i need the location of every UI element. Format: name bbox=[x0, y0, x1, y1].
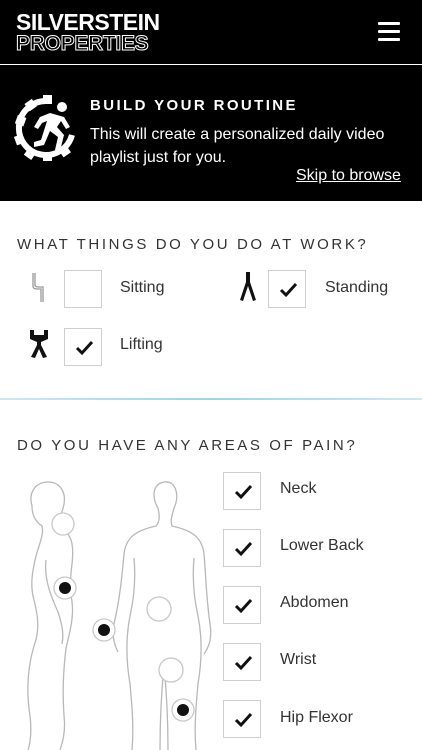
lifting-checkbox[interactable] bbox=[64, 328, 102, 366]
wrist-checkbox[interactable] bbox=[223, 643, 261, 681]
neck-checkbox[interactable] bbox=[223, 472, 261, 510]
lower-back-label: Lower Back bbox=[280, 537, 364, 554]
abdomen-checkbox[interactable] bbox=[223, 586, 261, 624]
hip-flexor-label: Hip Flexor bbox=[280, 709, 353, 726]
banner-description: This will create a personalized daily vi… bbox=[90, 126, 385, 166]
check-icon bbox=[75, 340, 94, 356]
skip-to-browse-link[interactable]: Skip to browse bbox=[296, 167, 401, 185]
pain-section-title: DO YOU HAVE ANY AREAS OF PAIN? bbox=[17, 437, 358, 454]
check-icon bbox=[234, 712, 253, 728]
standing-checkbox[interactable] bbox=[268, 270, 306, 308]
sitting-label: Sitting bbox=[120, 279, 165, 296]
lifting-label: Lifting bbox=[120, 336, 163, 353]
check-icon bbox=[234, 484, 253, 500]
top-bar: SILVERSTEIN PROPERTIES bbox=[0, 0, 422, 64]
body-diagram bbox=[27, 481, 212, 750]
sitting-icon bbox=[32, 273, 44, 302]
logo-line1: SILVERSTEIN bbox=[16, 9, 160, 35]
lower-back-checkbox[interactable] bbox=[223, 529, 261, 567]
hamburger-menu-icon[interactable] bbox=[378, 22, 400, 41]
neck-label: Neck bbox=[280, 480, 317, 497]
banner-title: BUILD YOUR ROUTINE bbox=[90, 97, 298, 114]
check-icon bbox=[234, 655, 253, 671]
abdomen-label: Abdomen bbox=[280, 594, 349, 611]
section-divider bbox=[0, 398, 422, 400]
standing-icon bbox=[240, 272, 256, 301]
wrist-label: Wrist bbox=[280, 651, 317, 668]
lifting-icon bbox=[30, 330, 48, 358]
routine-banner: BUILD YOUR ROUTINE This will create a pe… bbox=[0, 65, 422, 201]
silverstein-logo[interactable]: SILVERSTEIN PROPERTIES bbox=[15, 9, 166, 55]
check-icon bbox=[279, 282, 298, 298]
hip-flexor-checkbox[interactable] bbox=[223, 700, 261, 738]
check-icon bbox=[234, 598, 253, 614]
logo-line2: PROPERTIES bbox=[15, 32, 149, 55]
gear-runner-icon bbox=[14, 95, 75, 161]
work-section-title: WHAT THINGS DO YOU DO AT WORK? bbox=[17, 236, 369, 253]
sitting-checkbox[interactable] bbox=[64, 270, 102, 308]
check-icon bbox=[234, 541, 253, 557]
standing-label: Standing bbox=[325, 279, 389, 296]
